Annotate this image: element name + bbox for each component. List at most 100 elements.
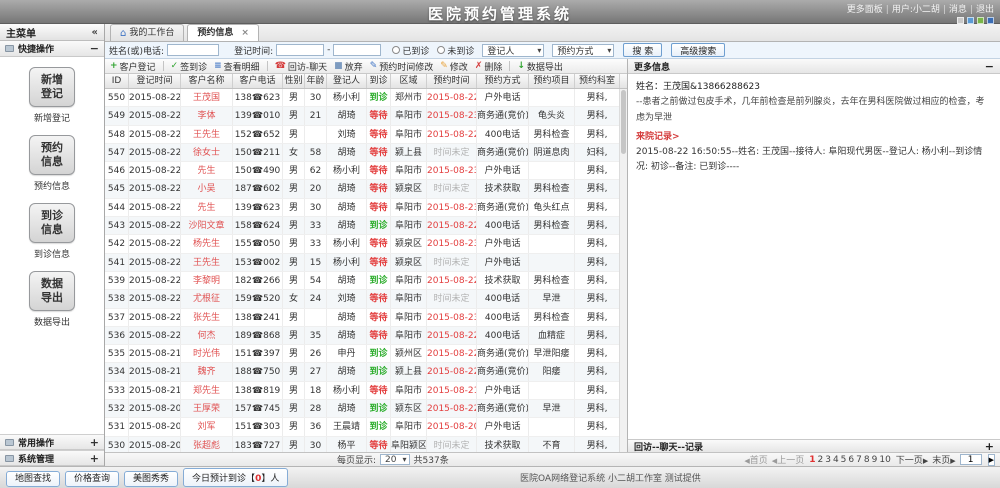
header-link-3[interactable]: 退出 [976,5,994,15]
expand-plus-icon[interactable]: + [985,440,994,453]
toolbar-button-数据导出[interactable]: ↓ 数据导出 [517,60,563,73]
table-row[interactable]: 542 2015-08-22 杨先生 155☎050 男 33 杨小利 等待 颍泉区 2015-0… [105,235,620,254]
search-button[interactable]: 搜 索 [623,43,663,57]
table-row[interactable]: 531 2015-08-20 刘军 151☎303 男 36 王晨靖 到诊 阜阳市 2015-08… [105,418,620,437]
sidebar-collapse-icon[interactable]: « [92,27,98,38]
cell-reg: 2015-08-20 [129,436,181,452]
last-page-button[interactable]: 末页▶ [932,453,955,466]
table-row[interactable]: 550 2015-08-22 王茂国 138☎623 男 30 杨小利 到诊 郑州市 2015-0… [105,89,620,108]
column-header-预约科室[interactable]: 预约科室 [575,74,620,88]
column-header-预约项目[interactable]: 预约项目 [529,74,575,88]
expand-plus-icon[interactable]: + [90,436,99,449]
cell-name: 时光伟 [181,345,233,363]
collapse-minus-icon[interactable]: − [985,60,994,73]
cell-sex: 男 [283,363,305,381]
quick-button-新增登记[interactable]: 新增 登记 [29,67,75,107]
quick-button-预约信息[interactable]: 预约 信息 [29,135,75,175]
column-header-登记时间[interactable]: 登记时间 [129,74,181,88]
table-row[interactable]: 549 2015-08-22 李体 139☎010 男 21 胡琦 等待 阜阳市 2015-08-… [105,107,620,126]
theme-color-swatch-1[interactable] [967,17,974,24]
expand-plus-icon[interactable]: + [90,452,99,465]
arrived-radio[interactable] [392,46,401,54]
page-jump-input[interactable] [959,454,982,465]
quick-button-到诊信息[interactable]: 到诊 信息 [29,203,75,243]
header-link-2[interactable]: 消息 [949,5,967,15]
table-row[interactable]: 544 2015-08-22 先生 139☎623 男 30 胡琦 等待 阜阳市 2015-08-… [105,198,620,218]
footer-button-价格查询[interactable]: 价格查询 [65,471,120,487]
not-arrived-radio[interactable] [437,46,446,54]
table-row[interactable]: 541 2015-08-22 王先生 153☎002 男 15 杨小利 等待 颍泉区 时间未定 户外… [105,253,620,272]
theme-color-swatch-3[interactable] [987,17,994,24]
today-arrivals-button[interactable]: 今日预计到诊【0】人 [183,468,289,487]
header-link-0[interactable]: 更多面板 [847,5,883,15]
page-number-button-3[interactable]: 3 [824,455,832,465]
cell-project: 不育 [529,436,575,452]
table-row[interactable]: 535 2015-08-21 时光伟 151☎397 男 26 申丹 到诊 颍州区 2015-08… [105,345,620,364]
name-filter-input[interactable] [167,44,220,56]
column-header-客户名称[interactable]: 客户名称 [181,74,233,88]
method-select[interactable]: 预约方式 ▾ [552,43,615,57]
scrollbar-thumb[interactable] [621,90,626,154]
collapse-minus-icon[interactable]: − [90,42,99,55]
date-from-input[interactable] [276,44,325,56]
table-row[interactable]: 538 2015-08-22 尤根征 159☎520 女 24 刘琦 等待 阜阳市 时间未定 400… [105,290,620,309]
table-row[interactable]: 530 2015-08-20 张超彪 183☎727 男 30 杨平 等待 阜阳颍区 时间未定 技术… [105,436,620,452]
advanced-search-button[interactable]: 高级搜索 [671,43,726,57]
header-link-1[interactable]: 用户:小二胡 [892,5,940,15]
toolbar-button-签到诊[interactable]: ✓ 签到诊 [171,60,208,73]
footer-button-美图秀秀[interactable]: 美图秀秀 [124,471,179,487]
prev-page-button[interactable]: ◀上一页 [772,453,804,466]
column-header-年龄[interactable]: 年龄 [305,74,327,88]
toolbar-button-预约时间修改[interactable]: ✎ 预约时间修改 [370,60,434,73]
sidebar-section-常用操作[interactable]: 常用操作 + [0,434,104,450]
column-header-性别[interactable]: 性别 [283,74,305,88]
footer-button-地图查找[interactable]: 地图查找 [6,471,61,487]
table-row[interactable]: 548 2015-08-22 王先生 152☎652 男刘琦 等待 阜阳市 2015-08-2… [105,125,620,144]
page-number-button-10[interactable]: 10 [878,455,891,465]
page-number-button-8[interactable]: 8 [863,455,871,465]
table-row[interactable]: 545 2015-08-22 小吴 187☎602 男 20 胡琦 等待 颍泉区 时间未定 技术获取… [105,180,620,199]
table-row[interactable]: 547 2015-08-22 徐女士 150☎211 女 58 胡琦 等待 颍上县 时间未定 商务通… [105,143,620,163]
theme-color-swatch-0[interactable] [957,17,964,24]
tab-close-icon[interactable]: × [241,26,249,41]
toolbar-button-删除[interactable]: ✗ 删除 [475,60,503,73]
table-row[interactable]: 546 2015-08-22 先生 150☎490 男 62 杨小利 等待 阜阳市 2015-08… [105,162,620,181]
vertical-scrollbar[interactable] [619,89,627,452]
column-header-到诊[interactable]: 到诊 [367,74,391,88]
table-row[interactable]: 533 2015-08-21 郑先生 138☎819 男 18 杨小利 等待 阜阳市 2015-0… [105,381,620,401]
toolbar-button-客户登记[interactable]: + 客户登记 [110,60,156,73]
column-header-预约时间[interactable]: 预约时间 [427,74,477,88]
first-page-button[interactable]: ◀首页 [744,453,767,466]
callback-chat-record-bar[interactable]: 回访--聊天--记录 + [628,439,1000,453]
sidebar-section-quick-actions[interactable]: 快捷操作 − [0,41,104,57]
page-jump-go-button[interactable]: ▶ [987,453,995,466]
tab-1[interactable]: 预约信息 × [187,24,259,41]
table-row[interactable]: 534 2015-08-21 魏齐 188☎750 男 27 胡琦 到诊 颍上县 2015-08-… [105,363,620,382]
cell-region: 阜阳市 [391,217,427,235]
page-number-button-6[interactable]: 6 [847,455,855,465]
next-page-button[interactable]: 下一页▶ [896,453,928,466]
column-header-客户电话[interactable]: 客户电话 [233,74,283,88]
sidebar-section-系统管理[interactable]: 系统管理 + [0,450,104,466]
toolbar-button-修改[interactable]: ✎ 修改 [440,60,468,73]
toolbar-button-查看明细[interactable]: ≡ 查看明细 [214,60,260,73]
page-number-button-4[interactable]: 4 [832,455,840,465]
date-to-input[interactable] [333,44,382,56]
page-number-button-7[interactable]: 7 [855,455,863,465]
column-header-预约方式[interactable]: 预约方式 [477,74,529,88]
registrar-select[interactable]: 登记人 ▾ [482,43,545,57]
column-header-ID[interactable]: ID [105,74,129,88]
column-header-区域[interactable]: 区域 [391,74,427,88]
quick-button-数据导出[interactable]: 数据 导出 [29,271,75,311]
toolbar-button-回访-聊天[interactable]: ☎ 回访-聊天 [275,60,327,73]
per-page-select[interactable]: 20 ▾ [380,454,410,465]
theme-color-swatch-2[interactable] [977,17,984,24]
table-row[interactable]: 539 2015-08-22 李黎明 182☎266 男 54 胡琦 到诊 阜阳市 2015-08… [105,271,620,291]
table-row[interactable]: 537 2015-08-22 张先生 138☎241 男 胡琦 等待 阜阳市 2015-08-2… [105,308,620,327]
table-row[interactable]: 543 2015-08-22 沙阳文章 158☎624 男 33 胡琦 到诊 阜阳市 2015-0… [105,217,620,236]
table-row[interactable]: 532 2015-08-20 王厚荣 157☎745 男 28 胡琦 到诊 颍东区 2015-08… [105,400,620,419]
tab-0[interactable]: ⌂ 我的工作台 [110,24,185,41]
column-header-登记人[interactable]: 登记人 [327,74,367,88]
toolbar-button-放弃[interactable]: ■ 放弃 [334,60,363,73]
table-row[interactable]: 536 2015-08-22 何杰 189☎868 男 35 胡琦 等待 阜阳市 2015-08-… [105,326,620,346]
